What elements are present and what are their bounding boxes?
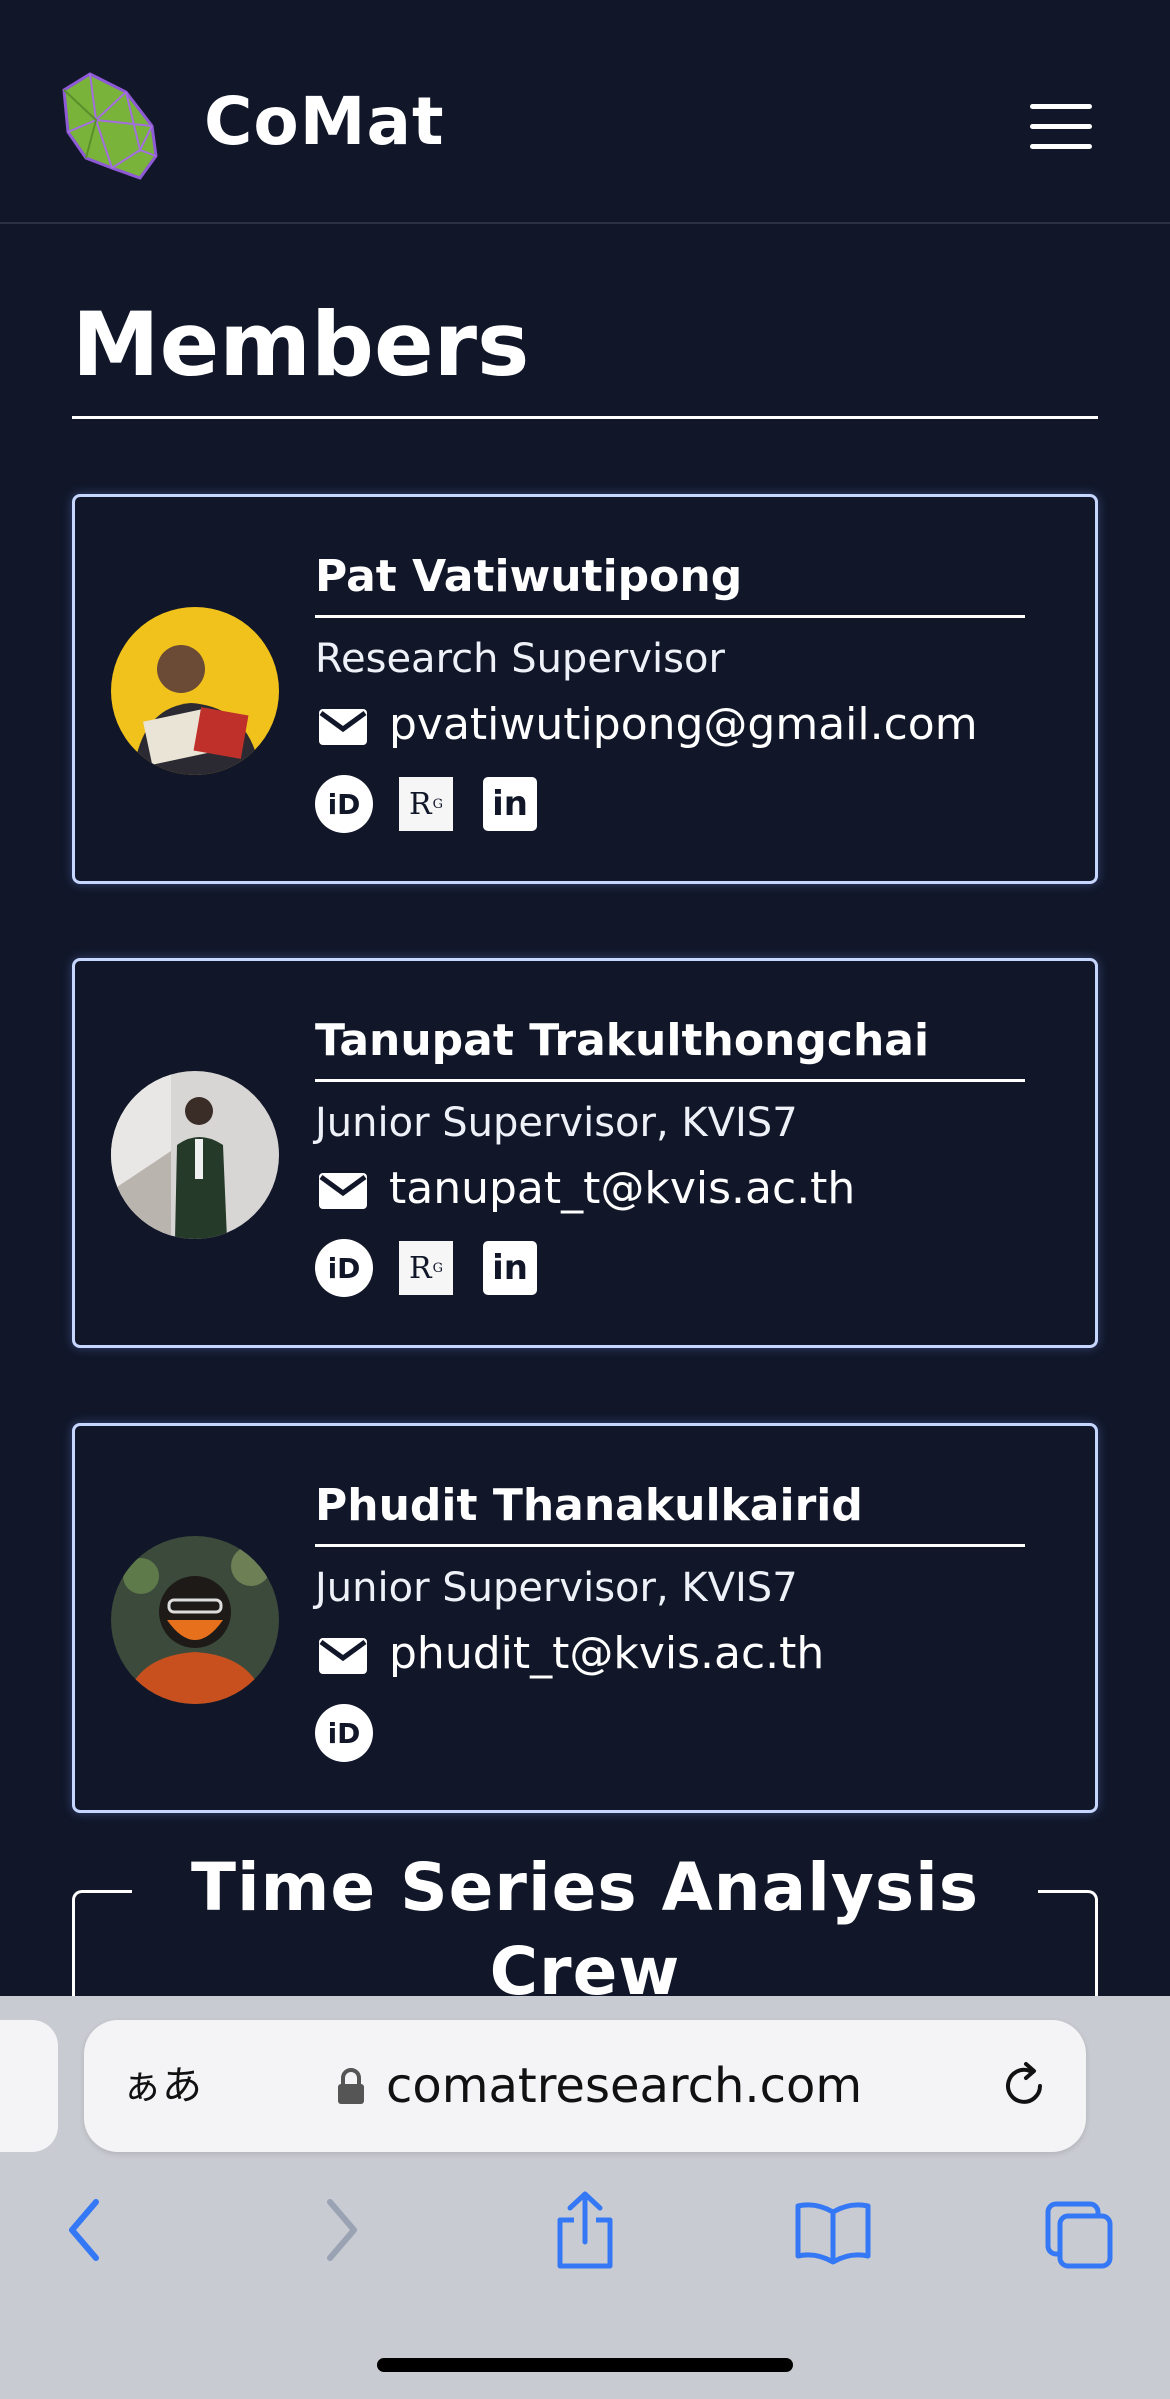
member-role: Junior Supervisor, KVIS7 bbox=[315, 1565, 798, 1611]
member-email-link[interactable]: pvatiwutipong@gmail.com bbox=[389, 697, 978, 753]
researchgate-icon[interactable]: RG bbox=[399, 777, 453, 831]
reload-icon[interactable] bbox=[996, 2058, 1052, 2114]
forward-icon[interactable] bbox=[314, 2190, 364, 2270]
brand-name[interactable]: CoMat bbox=[204, 82, 445, 162]
hamburger-menu-icon[interactable] bbox=[1030, 104, 1092, 150]
comat-logo-icon[interactable] bbox=[56, 70, 162, 182]
member-email-link[interactable]: tanupat_t@kvis.ac.th bbox=[389, 1161, 855, 1217]
linkedin-icon[interactable]: in bbox=[483, 777, 537, 831]
email-icon bbox=[319, 709, 367, 745]
avatar bbox=[111, 1536, 279, 1704]
title-divider bbox=[72, 416, 1098, 419]
previous-tab-peek[interactable] bbox=[0, 2020, 58, 2152]
browser-toolbar: ぁあ comatresearch.com bbox=[0, 1996, 1170, 2399]
bookmarks-icon[interactable] bbox=[794, 2190, 872, 2270]
member-name: Phudit Thanakulkairid bbox=[315, 1480, 863, 1531]
member-role: Junior Supervisor, KVIS7 bbox=[315, 1100, 798, 1146]
back-icon[interactable] bbox=[62, 2190, 112, 2270]
url-text[interactable]: comatresearch.com bbox=[386, 2056, 862, 2116]
orcid-icon[interactable]: iD bbox=[315, 1704, 373, 1762]
member-card: Tanupat Trakulthongchai Junior Superviso… bbox=[72, 958, 1098, 1348]
linkedin-icon[interactable]: in bbox=[483, 1241, 537, 1295]
member-role: Research Supervisor bbox=[315, 636, 725, 682]
researchgate-glyph: R bbox=[409, 1250, 432, 1286]
crew-section-title: Time Series Analysis Crew bbox=[132, 1846, 1038, 2014]
avatar bbox=[111, 607, 279, 775]
avatar bbox=[111, 1071, 279, 1239]
name-divider bbox=[315, 1079, 1025, 1082]
name-divider bbox=[315, 615, 1025, 618]
orcid-icon[interactable]: iD bbox=[315, 1239, 373, 1297]
page-title: Members bbox=[72, 293, 530, 396]
share-icon[interactable] bbox=[550, 2190, 620, 2270]
researchgate-glyph-sup: G bbox=[432, 796, 443, 812]
tabs-icon[interactable] bbox=[1044, 2190, 1116, 2270]
member-name: Pat Vatiwutipong bbox=[315, 551, 743, 602]
home-indicator[interactable] bbox=[377, 2358, 793, 2372]
researchgate-glyph: R bbox=[409, 786, 432, 822]
email-icon bbox=[319, 1173, 367, 1209]
orcid-icon[interactable]: iD bbox=[315, 775, 373, 833]
text-size-button[interactable]: ぁあ bbox=[122, 2058, 202, 2114]
member-name: Tanupat Trakulthongchai bbox=[315, 1015, 930, 1066]
member-card: Phudit Thanakulkairid Junior Supervisor,… bbox=[72, 1423, 1098, 1813]
name-divider bbox=[315, 1544, 1025, 1547]
address-bar[interactable]: ぁあ comatresearch.com bbox=[84, 2020, 1086, 2152]
member-email-link[interactable]: phudit_t@kvis.ac.th bbox=[389, 1626, 824, 1682]
email-icon bbox=[319, 1638, 367, 1674]
researchgate-icon[interactable]: RG bbox=[399, 1241, 453, 1295]
researchgate-glyph-sup: G bbox=[432, 1260, 443, 1276]
lock-icon bbox=[338, 2068, 364, 2104]
member-card: Pat Vatiwutipong Research Supervisor pva… bbox=[72, 494, 1098, 884]
top-navigation-bar: CoMat bbox=[0, 0, 1170, 224]
